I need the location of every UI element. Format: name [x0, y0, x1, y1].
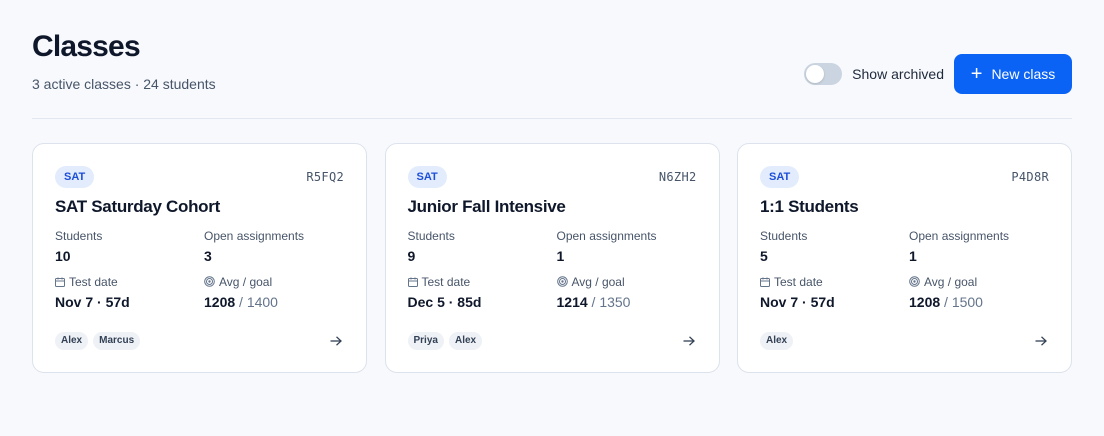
avg-goal-label-row: Avg / goal	[556, 274, 697, 289]
target-icon	[909, 276, 920, 287]
students-label: Students	[55, 228, 103, 243]
test-date-label-row: Test date	[760, 274, 909, 289]
arrow-right-icon[interactable]	[681, 333, 697, 349]
exam-badge: SAT	[760, 166, 800, 188]
exam-badge: SAT	[55, 166, 95, 188]
avg-goal-value: 1214 / 1350	[557, 294, 697, 310]
avg-goal-label: Avg / goal	[924, 274, 978, 289]
class-stats: Students 10 Open assignments 3 Test date…	[55, 228, 344, 310]
arrow-right-icon[interactable]	[328, 333, 344, 349]
card-footer: Alex	[760, 332, 1049, 350]
class-code: N6ZH2	[658, 170, 697, 184]
goal-score: / 1350	[591, 294, 631, 310]
open-assignments-label: Open assignments	[556, 228, 657, 243]
class-card[interactable]: SAT P4D8R 1:1 Students Students 5 Open a…	[737, 143, 1072, 373]
class-card[interactable]: SAT N6ZH2 Junior Fall Intensive Students…	[384, 143, 720, 373]
avg-goal-value: 1208 / 1400	[204, 294, 344, 310]
calendar-icon	[760, 277, 770, 287]
header-actions: Show archived + New class	[804, 54, 1072, 94]
class-code: P4D8R	[1011, 170, 1049, 184]
open-assignments-label: Open assignments	[909, 228, 1010, 243]
arrow-right-icon[interactable]	[1033, 333, 1049, 349]
test-date-label: Test date	[69, 274, 118, 289]
show-archived-label: Show archived	[852, 66, 944, 82]
test-date-label-row: Test date	[55, 274, 204, 289]
goal-score: / 1500	[944, 294, 983, 310]
tutor-chips: Priya Alex	[407, 332, 483, 350]
tutor-chips: Alex	[760, 332, 794, 350]
toggle-knob	[806, 65, 825, 83]
avg-score: 1208	[204, 294, 236, 310]
open-assignments-count: 3	[204, 248, 212, 264]
plus-icon: +	[970, 63, 983, 85]
students-label: Students	[760, 228, 808, 243]
calendar-icon	[55, 277, 65, 287]
open-assignments-count: 1	[909, 248, 917, 264]
page-subtitle: 3 active classes · 24 students	[32, 76, 216, 92]
class-stats: Students 9 Open assignments 1 Test date …	[407, 228, 697, 310]
new-class-label: New class	[991, 66, 1056, 82]
class-name: 1:1 Students	[760, 197, 859, 216]
card-footer: Alex Marcus	[55, 332, 344, 350]
tutor-chip: Marcus	[93, 332, 141, 350]
students-label: Students	[407, 228, 455, 243]
test-date-value: Nov 7 · 57d	[55, 294, 130, 310]
new-class-button[interactable]: + New class	[954, 54, 1072, 94]
avg-score: 1214	[556, 294, 588, 310]
tutor-chip: Alex	[760, 332, 794, 350]
avg-goal-label: Avg / goal	[219, 274, 273, 289]
class-cards: SAT R5FQ2 SAT Saturday Cohort Students 1…	[32, 143, 1072, 373]
class-stats: Students 5 Open assignments 1 Test date …	[760, 228, 1049, 310]
tutor-chip: Priya	[407, 332, 444, 350]
goal-score: / 1400	[239, 294, 278, 310]
class-card[interactable]: SAT R5FQ2 SAT Saturday Cohort Students 1…	[32, 143, 367, 373]
class-name: Junior Fall Intensive	[407, 197, 566, 216]
page-header: Classes 3 active classes · 24 students S…	[32, 0, 1072, 119]
card-footer: Priya Alex	[407, 332, 697, 350]
students-count: 10	[55, 248, 71, 264]
test-date-label-row: Test date	[407, 274, 557, 289]
avg-score: 1208	[909, 294, 941, 310]
avg-goal-label-row: Avg / goal	[204, 274, 344, 289]
students-count: 5	[760, 248, 768, 264]
avg-goal-label-row: Avg / goal	[909, 274, 1049, 289]
avg-goal-value: 1208 / 1500	[909, 294, 1049, 310]
page-title: Classes	[32, 30, 141, 63]
show-archived-toggle[interactable]	[804, 63, 843, 85]
target-icon	[204, 276, 215, 287]
test-date-label: Test date	[774, 274, 823, 289]
students-count: 9	[407, 248, 416, 264]
target-icon	[556, 276, 568, 287]
test-date-value: Dec 5 · 85d	[407, 294, 482, 310]
open-assignments-label: Open assignments	[204, 228, 305, 243]
tutor-chips: Alex Marcus	[55, 332, 141, 350]
tutor-chip: Alex	[55, 332, 89, 350]
test-date-label: Test date	[421, 274, 471, 289]
class-name: SAT Saturday Cohort	[55, 197, 220, 216]
calendar-icon	[407, 277, 418, 287]
class-code: R5FQ2	[306, 170, 344, 184]
open-assignments-count: 1	[556, 248, 565, 264]
exam-badge: SAT	[407, 166, 447, 188]
test-date-value: Nov 7 · 57d	[760, 294, 835, 310]
avg-goal-label: Avg / goal	[571, 274, 625, 289]
tutor-chip: Alex	[448, 332, 483, 350]
